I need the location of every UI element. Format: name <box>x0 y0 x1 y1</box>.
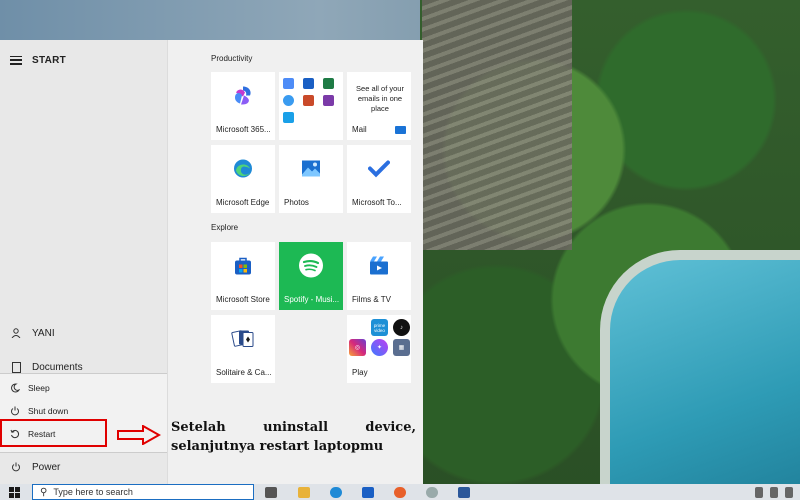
store-bag-icon <box>233 255 253 280</box>
empty-slot <box>349 319 366 336</box>
start-label: START <box>32 54 67 66</box>
annotation-word: Setelah <box>171 420 226 435</box>
annotation-line-2: selanjutnya restart laptopmu <box>171 439 384 454</box>
tile-label: Photos <box>284 198 309 207</box>
windows-start-icon[interactable] <box>9 487 20 498</box>
firefox-icon[interactable] <box>394 487 406 498</box>
tile-label: Mail <box>352 125 367 134</box>
start-header[interactable]: START <box>10 52 66 68</box>
spotify-icon <box>298 252 324 283</box>
annotation-word: device, <box>365 420 416 435</box>
tile-office-apps[interactable] <box>279 72 343 140</box>
instagram-icon: ◎ <box>349 339 366 356</box>
prime-video-icon: prime video <box>371 319 388 336</box>
search-icon: ⚲ <box>40 486 48 498</box>
tile-label: Microsoft 365... <box>216 125 271 134</box>
onenote-icon <box>323 95 334 106</box>
edge-icon <box>232 157 254 184</box>
tile-solitaire[interactable]: Solitaire & Ca... <box>211 315 275 383</box>
tile-spotify[interactable]: Spotify - Musi... <box>279 242 343 310</box>
document-icon <box>9 361 23 373</box>
group-title-productivity: Productivity <box>211 54 253 63</box>
prime-video-label: prime video <box>373 322 386 333</box>
mail-taskbar-icon[interactable] <box>362 487 374 498</box>
messenger-icon: ✦ <box>371 339 388 356</box>
tile-label: Microsoft To... <box>352 198 402 207</box>
power-icon <box>8 406 22 416</box>
pointer-arrow-icon <box>117 425 161 445</box>
mail-icon <box>395 126 406 134</box>
annotation-line-1: Setelah uninstall device, <box>171 418 416 437</box>
tiktok-icon: ♪ <box>393 319 410 336</box>
task-view-icon[interactable] <box>265 487 277 498</box>
tray-icon[interactable] <box>755 487 763 498</box>
taskbar-search-box[interactable]: ⚲ Type here to search <box>32 484 254 500</box>
search-placeholder: Type here to search <box>53 487 133 497</box>
tray-icon[interactable] <box>785 487 793 498</box>
tile-films-tv[interactable]: Films & TV <box>347 242 411 310</box>
tile-label: Microsoft Store <box>216 295 270 304</box>
user-name: YANI <box>32 327 55 339</box>
photos-icon <box>301 159 321 182</box>
tile-photos[interactable]: Photos <box>279 145 343 213</box>
rail-item-power[interactable]: Power <box>0 456 167 478</box>
shutdown-label: Shut down <box>28 406 69 416</box>
excel-icon <box>323 78 334 89</box>
power-label: Power <box>32 461 61 473</box>
moon-icon <box>8 383 22 393</box>
tile-label: Films & TV <box>352 295 391 304</box>
powerpoint-icon <box>303 95 314 106</box>
tile-play-folder[interactable]: prime video ♪ ◎ ✦ ▦ Play <box>347 315 411 383</box>
word-icon[interactable] <box>458 487 470 498</box>
calculator-icon: ▦ <box>393 339 410 356</box>
power-option-sleep[interactable]: Sleep <box>0 377 167 399</box>
annotation-text: Setelah uninstall device, selanjutnya re… <box>171 418 416 456</box>
tile-label: Spotify - Musi... <box>284 295 340 304</box>
wallpaper-deck <box>422 0 572 250</box>
tile-microsoft-store[interactable]: Microsoft Store <box>211 242 275 310</box>
tray-icon[interactable] <box>770 487 778 498</box>
sleep-label: Sleep <box>28 383 50 393</box>
rail-item-user[interactable]: YANI <box>0 322 167 344</box>
tile-label: Solitaire & Ca... <box>216 368 272 377</box>
office-app-icon <box>283 78 294 89</box>
taskbar: ⚲ Type here to search <box>0 484 800 500</box>
file-explorer-icon[interactable] <box>298 487 310 498</box>
group-title-explore: Explore <box>211 223 239 232</box>
tile-microsoft-edge[interactable]: Microsoft Edge <box>211 145 275 213</box>
restart-highlight-box <box>0 419 107 447</box>
mail-description: See all of your emails in one place <box>356 84 404 113</box>
tile-label: Microsoft Edge <box>216 198 270 207</box>
hamburger-icon[interactable] <box>10 55 22 65</box>
outlook-icon <box>303 78 314 89</box>
films-tv-icon <box>368 255 390 280</box>
edge-taskbar-icon[interactable] <box>330 487 342 498</box>
settings-gear-icon[interactable] <box>426 487 438 498</box>
wallpaper-pool <box>600 250 800 500</box>
tile-microsoft-todo[interactable]: Microsoft To... <box>347 145 411 213</box>
play-apps-grid: prime video ♪ ◎ ✦ ▦ <box>349 319 412 356</box>
documents-label: Documents <box>32 361 83 373</box>
office-apps-grid <box>283 78 339 123</box>
start-rail: START YANI Documents Sleep Shut down Res… <box>0 40 168 484</box>
tile-mail[interactable]: See all of your emails in one place Mail <box>347 72 411 140</box>
user-icon <box>9 328 23 338</box>
power-icon <box>9 462 23 472</box>
todo-check-icon <box>368 159 390 182</box>
microsoft-365-icon <box>232 84 254 111</box>
skype-icon <box>283 112 294 123</box>
tile-label: Play <box>352 368 368 377</box>
onedrive-icon <box>283 95 294 106</box>
annotation-word: uninstall <box>263 420 329 435</box>
tile-microsoft-365[interactable]: Microsoft 365... <box>211 72 275 140</box>
solitaire-cards-icon <box>231 327 255 354</box>
